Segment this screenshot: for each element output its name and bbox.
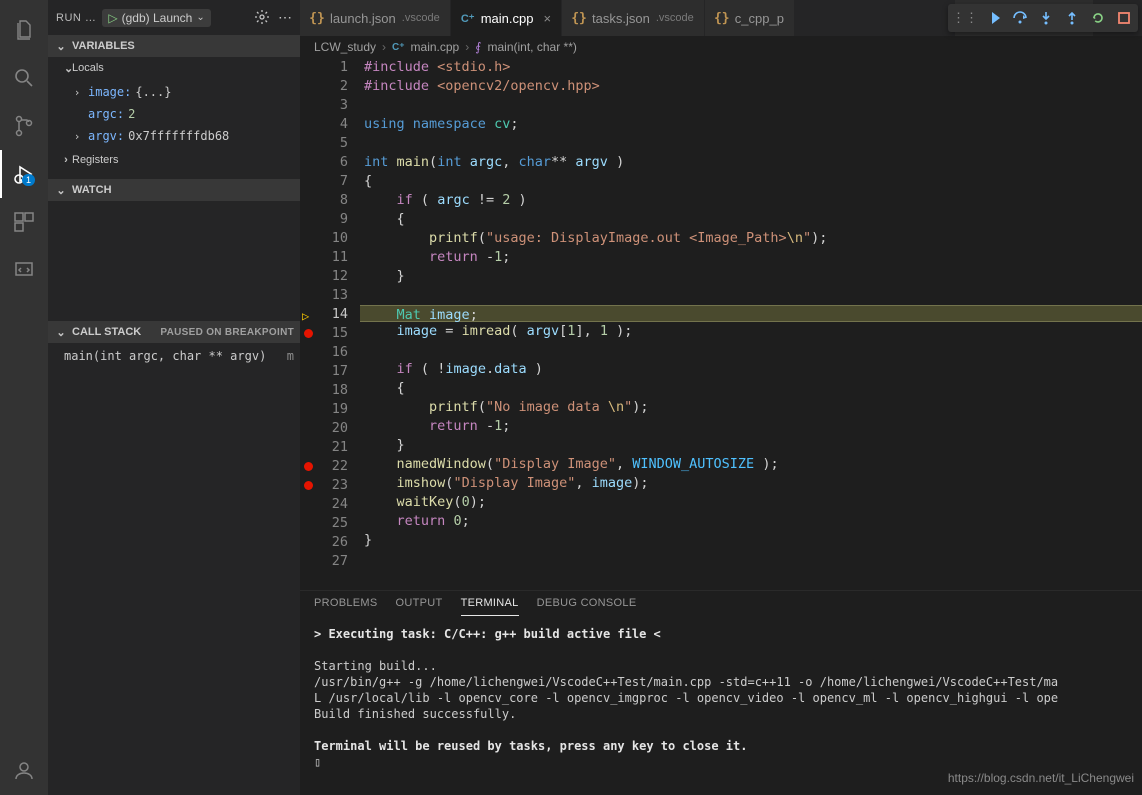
activity-extensions[interactable]	[0, 198, 48, 246]
chevron-down-icon: ⌄	[54, 62, 68, 75]
sidebar-header: RUN … ▷ (gdb) Launch ⌄ ⋯	[48, 0, 300, 35]
terminal-panel: PROBLEMS OUTPUT TERMINAL DEBUG CONSOLE >…	[300, 590, 1142, 795]
launch-config-label: (gdb) Launch	[122, 11, 193, 25]
sidebar-title: RUN …	[56, 12, 96, 24]
breadcrumb[interactable]: LCW_study › C⁺ main.cpp › ⨐ main(int, ch…	[300, 36, 1142, 58]
debug-toolbar[interactable]: ⋮⋮	[948, 4, 1138, 32]
function-icon: ⨐	[475, 40, 481, 54]
remote-icon	[12, 258, 36, 282]
account-icon	[12, 759, 36, 783]
activity-debug[interactable]: 1	[0, 150, 48, 198]
debug-badge: 1	[22, 174, 35, 186]
activity-search[interactable]	[0, 54, 48, 102]
more-icon[interactable]: ⋯	[278, 9, 292, 26]
term-tab-terminal[interactable]: TERMINAL	[461, 597, 519, 616]
chevron-right-icon: ›	[382, 40, 386, 54]
gutter: 1234567891011121314▷15161718192021222324…	[300, 58, 360, 590]
json-icon: {}	[572, 11, 586, 25]
chevron-right-icon: ›	[54, 154, 68, 166]
term-tab-output[interactable]: OUTPUT	[396, 597, 443, 616]
code-area[interactable]: #include <stdio.h>#include <opencv2/open…	[360, 58, 1142, 590]
json-icon: {}	[310, 11, 324, 25]
drag-handle-icon[interactable]: ⋮⋮	[952, 10, 978, 26]
watch-body	[48, 201, 300, 321]
step-out-button[interactable]	[1062, 8, 1082, 28]
branch-icon	[12, 114, 36, 138]
terminal-body[interactable]: > Executing task: C/C++: g++ build activ…	[300, 616, 1142, 795]
debug-sidebar: RUN … ▷ (gdb) Launch ⌄ ⋯ ⌄ VARIABLES ⌄ L…	[48, 0, 300, 795]
activity-bar: 1	[0, 0, 48, 795]
search-icon	[12, 66, 36, 90]
term-tab-debugconsole[interactable]: DEBUG CONSOLE	[537, 597, 637, 616]
chevron-down-icon: ⌄	[54, 40, 68, 53]
cpp-icon: C⁺	[392, 42, 405, 53]
activity-account[interactable]	[0, 747, 48, 795]
section-locals[interactable]: ⌄ Locals	[48, 57, 300, 79]
callstack-row[interactable]: main(int argc, char ** argv) m	[48, 345, 300, 367]
launch-config-selector[interactable]: ▷ (gdb) Launch ⌄	[102, 9, 210, 27]
section-variables[interactable]: ⌄ VARIABLES	[48, 35, 300, 57]
variable-row[interactable]: argc: 2	[48, 103, 300, 125]
variable-row[interactable]: › image: {...}	[48, 81, 300, 103]
chevron-down-icon: ⌄	[196, 12, 204, 23]
chevron-down-icon: ⌄	[54, 184, 68, 197]
variable-row[interactable]: › argv: 0x7fffffffdb68	[48, 125, 300, 147]
activity-scm[interactable]	[0, 102, 48, 150]
section-watch[interactable]: ⌄ WATCH	[48, 179, 300, 201]
json-icon: {}	[715, 11, 729, 25]
close-icon[interactable]: ×	[543, 11, 551, 26]
callstack-status: PAUSED ON BREAKPOINT	[160, 327, 294, 338]
locals-body: › image: {...} argc: 2 › argv: 0x7ffffff…	[48, 79, 300, 149]
activity-remote[interactable]	[0, 246, 48, 294]
play-icon: ▷	[108, 11, 117, 25]
restart-button[interactable]	[1088, 8, 1108, 28]
tab-launch-json[interactable]: {} launch.json .vscode	[300, 0, 451, 36]
activity-explorer[interactable]	[0, 6, 48, 54]
callstack-body: main(int argc, char ** argv) m	[48, 343, 300, 369]
chevron-down-icon: ⌄	[54, 326, 68, 339]
section-registers[interactable]: › Registers	[48, 149, 300, 171]
terminal-tabs: PROBLEMS OUTPUT TERMINAL DEBUG CONSOLE	[300, 591, 1142, 616]
stop-button[interactable]	[1114, 8, 1134, 28]
section-callstack[interactable]: ⌄ CALL STACK PAUSED ON BREAKPOINT	[48, 321, 300, 343]
tab-tasks-json[interactable]: {} tasks.json .vscode	[562, 0, 705, 36]
editor[interactable]: 1234567891011121314▷15161718192021222324…	[300, 58, 1142, 590]
gear-icon[interactable]	[254, 9, 270, 26]
step-over-button[interactable]	[1010, 8, 1030, 28]
chevron-right-icon: ›	[70, 130, 84, 143]
step-into-button[interactable]	[1036, 8, 1056, 28]
tab-ccpp-props[interactable]: {} c_cpp_p	[705, 0, 795, 36]
watermark: https://blog.csdn.net/it_LiChengwei	[948, 771, 1134, 785]
cpp-icon: C⁺	[461, 11, 475, 25]
continue-button[interactable]	[984, 8, 1004, 28]
extensions-icon	[12, 210, 36, 234]
tabs-row: {} launch.json .vscode C⁺ main.cpp × {} …	[300, 0, 1142, 36]
chevron-right-icon: ›	[70, 86, 84, 99]
term-tab-problems[interactable]: PROBLEMS	[314, 597, 378, 616]
main-area: {} launch.json .vscode C⁺ main.cpp × {} …	[300, 0, 1142, 795]
tab-main-cpp[interactable]: C⁺ main.cpp ×	[451, 0, 562, 36]
chevron-right-icon: ›	[465, 40, 469, 54]
files-icon	[12, 18, 36, 42]
